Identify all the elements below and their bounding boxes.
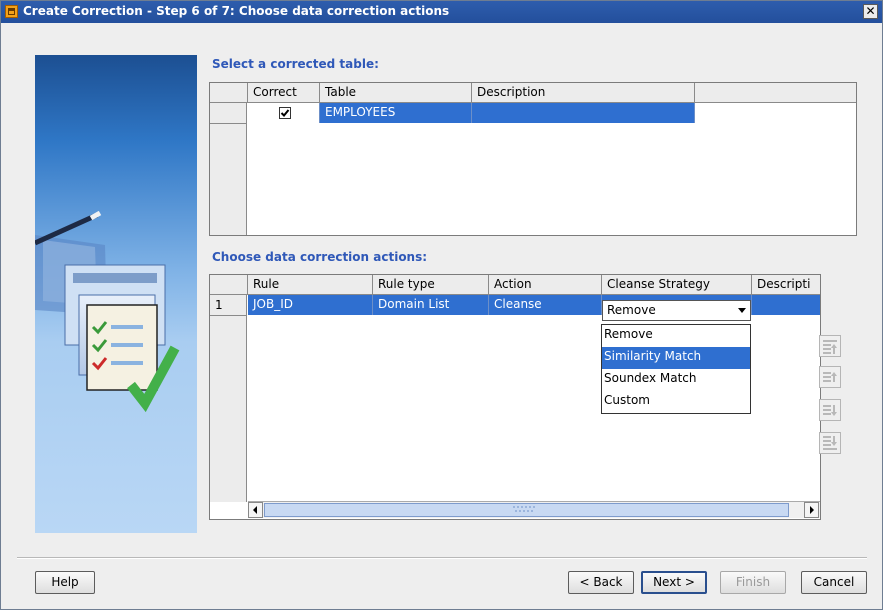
cleanse-strategy-dropdown[interactable]: Remove Similarity Match Soundex Match Cu… [601, 324, 751, 414]
corner-header [210, 275, 248, 295]
cancel-button[interactable]: Cancel [801, 571, 867, 594]
column-header-table[interactable]: Table [320, 83, 472, 103]
check-icon [280, 109, 290, 117]
column-header-action[interactable]: Action [489, 275, 602, 295]
back-button[interactable]: < Back [568, 571, 634, 594]
option-soundex-match[interactable]: Soundex Match [602, 369, 750, 391]
scroll-left-button[interactable] [248, 502, 263, 518]
scroll-right-button[interactable] [804, 502, 819, 518]
rule-cell[interactable]: JOB_ID [248, 295, 373, 315]
column-header-empty [695, 83, 856, 103]
move-to-top-icon [823, 340, 837, 354]
help-button[interactable]: Help [35, 571, 95, 594]
corner-header [210, 83, 248, 103]
wizard-illustration [35, 55, 197, 533]
column-header-description[interactable]: Description [472, 83, 695, 103]
column-header-correct[interactable]: Correct [248, 83, 320, 103]
finish-button[interactable]: Finish [720, 571, 786, 594]
cleanse-strategy-combo[interactable]: Remove [602, 300, 751, 321]
rule-type-cell[interactable]: Domain List [373, 295, 489, 315]
chevron-down-icon[interactable] [738, 308, 746, 313]
option-similarity-match[interactable]: Similarity Match [602, 347, 750, 369]
column-header-rule-type[interactable]: Rule type [373, 275, 489, 295]
corrected-table-label: Select a corrected table: [212, 57, 379, 71]
row-header-column [210, 295, 247, 502]
move-to-top-button[interactable] [819, 335, 841, 357]
wizard-illustration-graphic [35, 210, 180, 413]
scroll-thumb[interactable] [264, 503, 789, 517]
horizontal-scrollbar[interactable] [248, 501, 820, 518]
corrected-table-grid[interactable]: Correct Table Description EMPLOYEES [209, 82, 857, 236]
column-header-cleanse-strategy[interactable]: Cleanse Strategy [602, 275, 752, 295]
option-remove[interactable]: Remove [602, 325, 750, 347]
title-bar[interactable]: Create Correction - Step 6 of 7: Choose … [1, 1, 882, 23]
option-custom[interactable]: Custom [602, 391, 750, 413]
correction-actions-label: Choose data correction actions: [212, 250, 428, 264]
close-button[interactable]: ✕ [863, 4, 878, 19]
footer-separator [17, 557, 867, 559]
cleanse-strategy-value: Remove [607, 303, 656, 317]
description-cell[interactable] [472, 103, 695, 123]
correct-cell[interactable] [248, 103, 320, 123]
move-to-bottom-icon [823, 436, 837, 450]
move-to-bottom-button[interactable] [819, 432, 841, 454]
column-header-description[interactable]: Descripti [752, 275, 820, 295]
grip-icon [513, 506, 535, 512]
wizard-window: Create Correction - Step 6 of 7: Choose … [0, 0, 883, 610]
arrow-right-icon [810, 506, 814, 514]
move-up-icon [823, 372, 837, 382]
move-up-button[interactable] [819, 366, 841, 388]
next-button[interactable]: Next > [641, 571, 707, 594]
app-icon [5, 5, 18, 18]
table-cell[interactable]: EMPLOYEES [320, 103, 472, 123]
move-down-icon [823, 405, 837, 416]
row-header-1[interactable] [210, 103, 247, 124]
column-header-rule[interactable]: Rule [248, 275, 373, 295]
correct-checkbox[interactable] [279, 107, 291, 119]
action-cell[interactable]: Cleanse [489, 295, 602, 315]
arrow-left-icon [253, 506, 257, 514]
move-down-button[interactable] [819, 399, 841, 421]
row-number[interactable]: 1 [210, 295, 247, 316]
window-title: Create Correction - Step 6 of 7: Choose … [23, 4, 450, 18]
